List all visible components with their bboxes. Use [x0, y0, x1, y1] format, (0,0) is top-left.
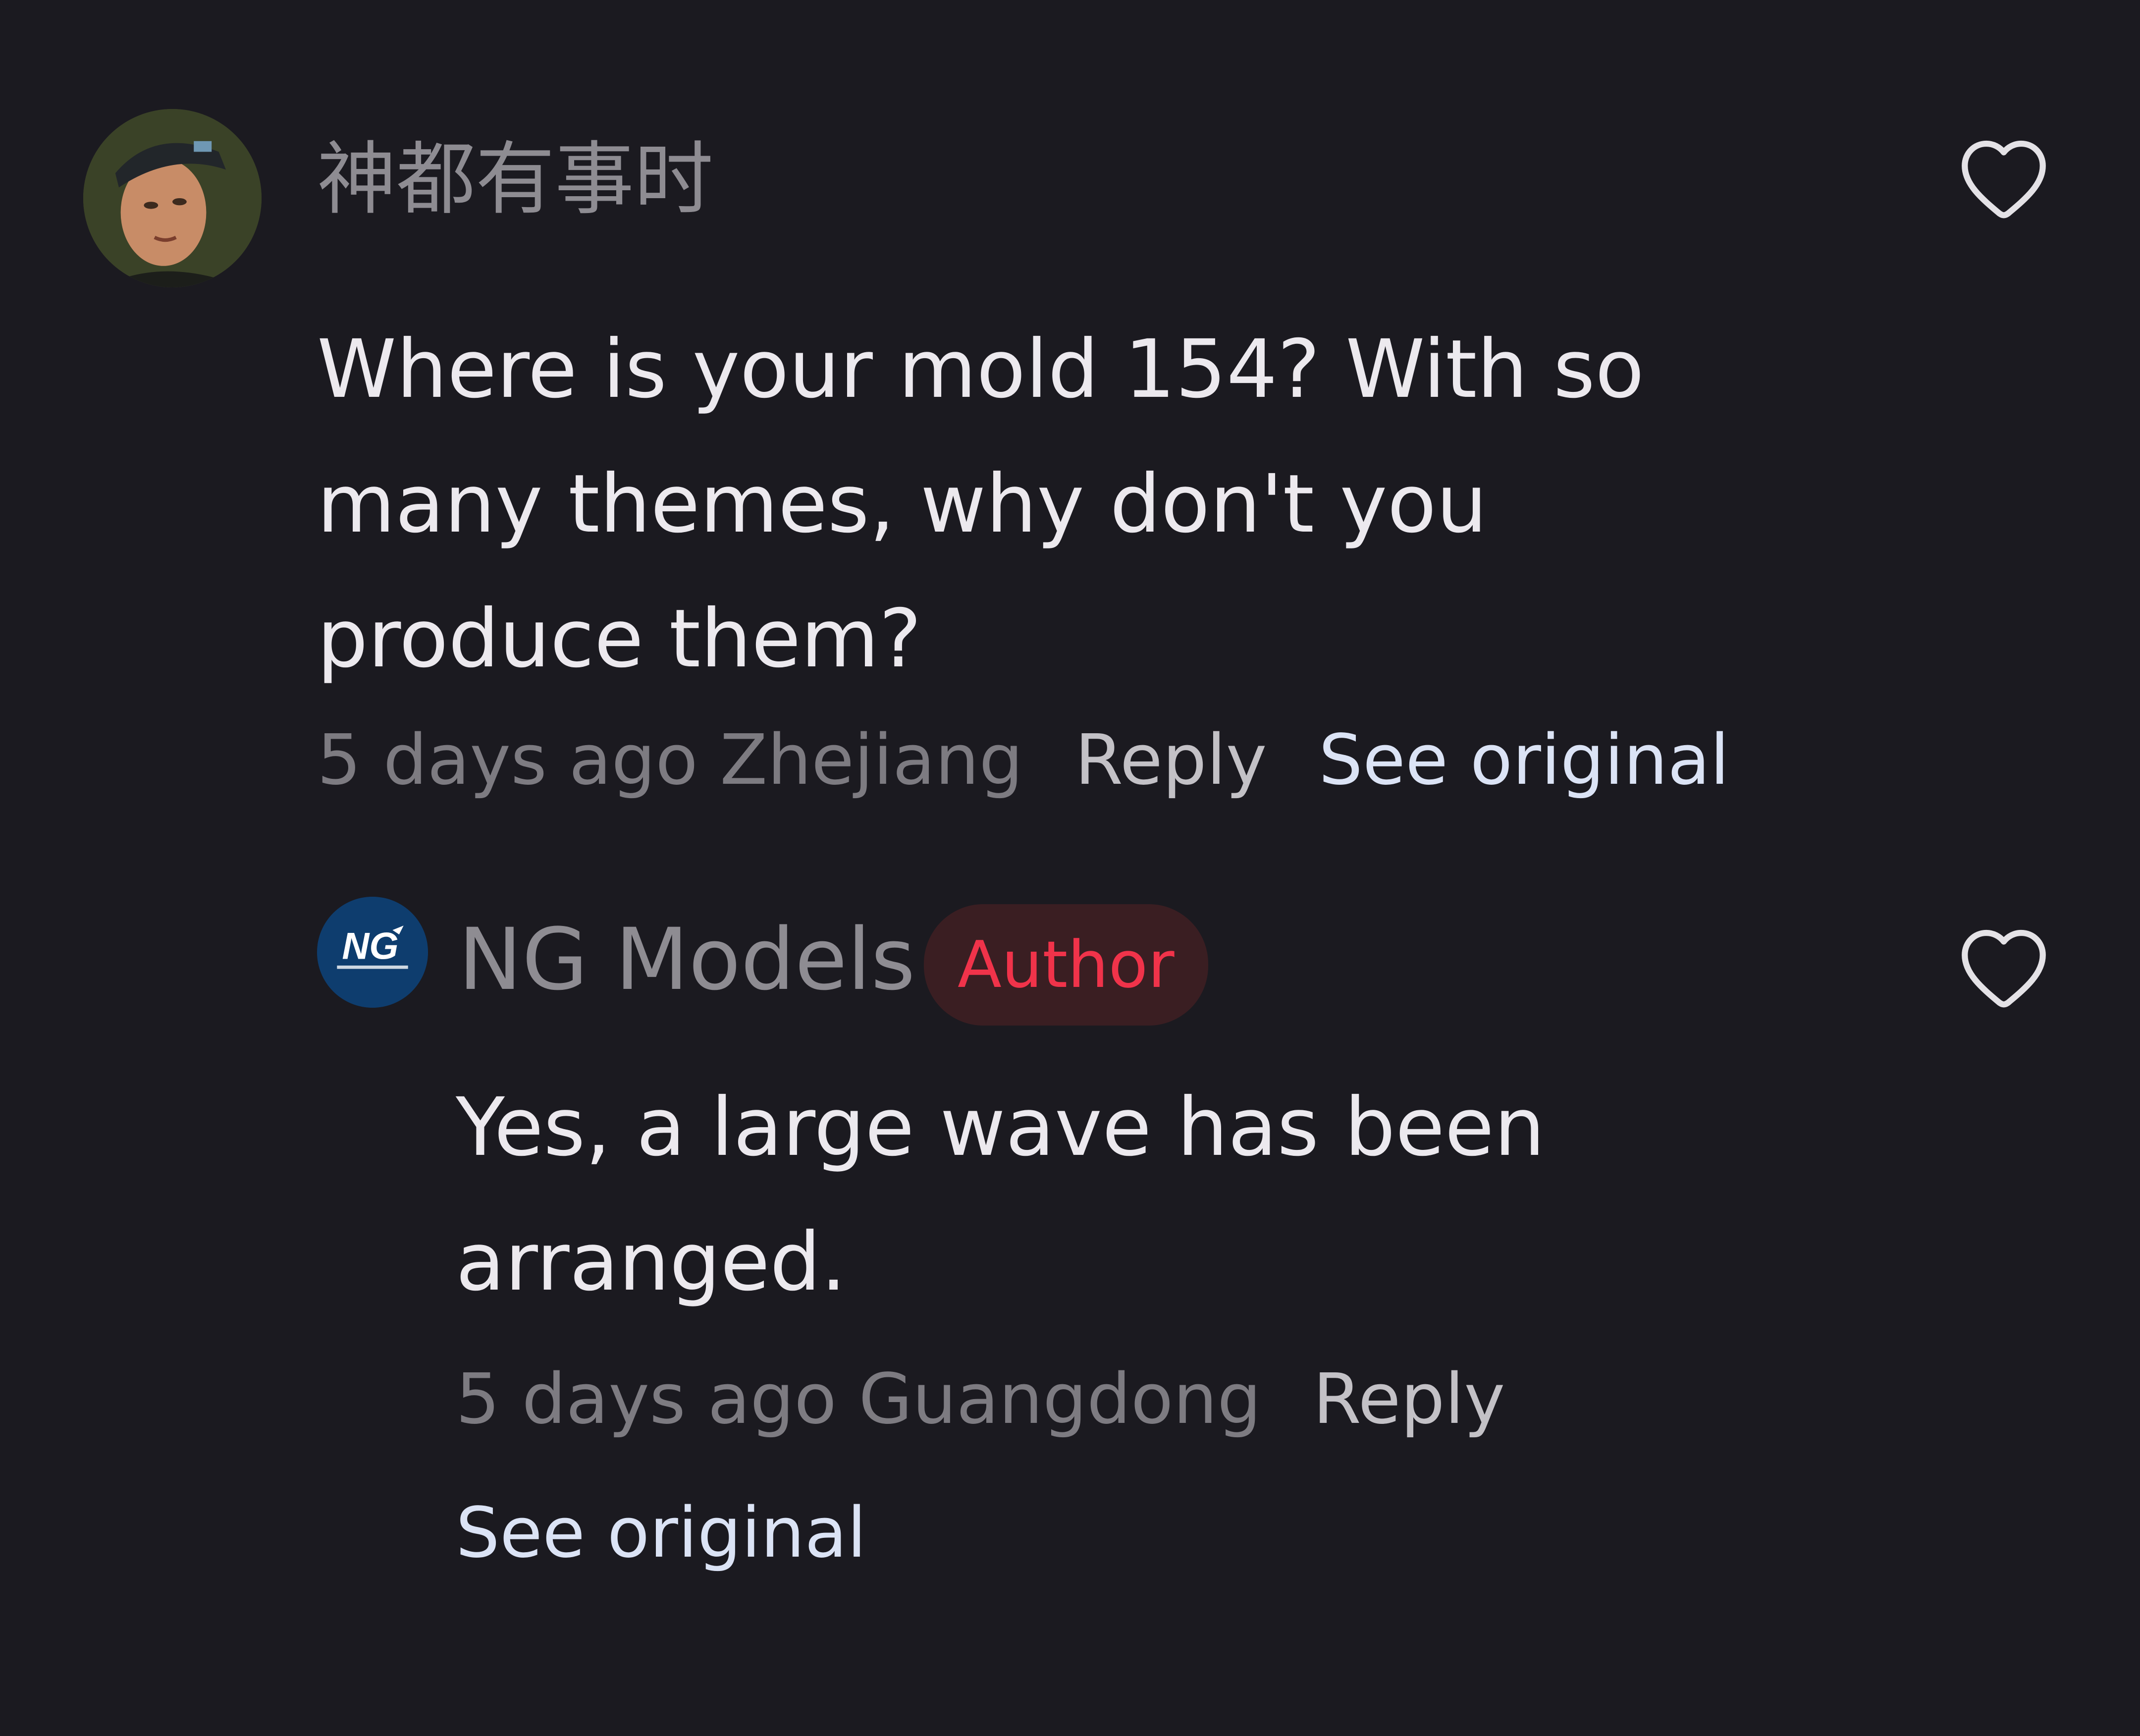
avatar-logo-text: NG: [342, 925, 398, 967]
reply-reply-button[interactable]: Reply: [1313, 1359, 1505, 1440]
heart-outline-icon: [1962, 929, 2046, 1008]
like-button[interactable]: [1952, 126, 2056, 230]
reply-meta: 5 days ago Guangdong Reply: [456, 1353, 1505, 1447]
reply-see-original-link[interactable]: See original: [456, 1486, 866, 1580]
comment-text: Where is your mold 154? With so many the…: [317, 323, 1645, 686]
user-photo-avatar-icon: [83, 109, 262, 287]
heart-outline-icon: [1962, 140, 2046, 218]
see-original-link[interactable]: See original: [1319, 720, 1729, 801]
comment-timestamp-location: 5 days ago Zhejiang: [317, 720, 1023, 801]
author-avatar[interactable]: NG: [317, 897, 428, 1008]
reply-text: Yes, a large wave has been arranged.: [456, 1081, 1545, 1309]
author-badge: Author: [924, 904, 1208, 1026]
ng-models-logo-icon: NG: [317, 897, 428, 1008]
comment-meta: 5 days ago Zhejiang Reply See original: [317, 713, 1729, 808]
user-avatar[interactable]: [83, 109, 262, 287]
reply-timestamp-location: 5 days ago Guangdong: [456, 1359, 1262, 1440]
reply-button[interactable]: Reply: [1075, 720, 1267, 801]
reply-username[interactable]: NG Models: [458, 908, 915, 1012]
reply-like-button[interactable]: [1952, 916, 2056, 1020]
comment-username[interactable]: 神都有事时: [317, 130, 713, 229]
